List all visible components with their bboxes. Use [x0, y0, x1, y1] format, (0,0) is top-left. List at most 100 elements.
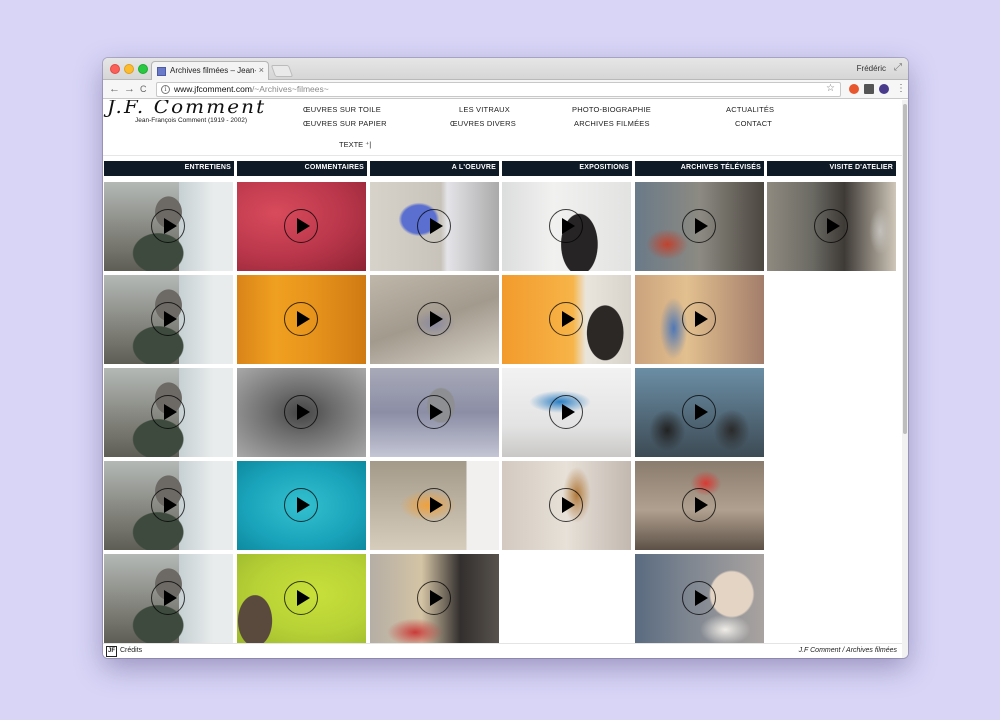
- play-icon[interactable]: [284, 302, 318, 336]
- nav-photo-biographie[interactable]: PHOTO-BIOGRAPHIE: [572, 105, 651, 114]
- play-icon[interactable]: [151, 581, 185, 615]
- category-expositions[interactable]: EXPOSITIONS: [502, 161, 632, 176]
- favicon-icon: [157, 67, 166, 76]
- page-scrollbar[interactable]: [902, 100, 908, 658]
- play-icon[interactable]: [549, 395, 583, 429]
- texte-toggle[interactable]: TEXTE ⁺|: [339, 140, 371, 149]
- video-thumbnail[interactable]: [237, 182, 366, 271]
- new-tab-button[interactable]: [270, 65, 294, 77]
- browser-window: Archives filmées – Jean-Franç × Frédéric…: [103, 58, 908, 658]
- nav-oeuvres-papier[interactable]: ŒUVRES SUR PAPIER: [303, 119, 387, 128]
- fullscreen-icon[interactable]: ⤢: [894, 62, 902, 73]
- video-thumbnail[interactable]: [104, 554, 233, 643]
- category-commentaires[interactable]: COMMENTAIRES: [237, 161, 367, 176]
- scrollbar-thumb[interactable]: [903, 104, 907, 434]
- video-thumbnail[interactable]: [237, 461, 366, 550]
- video-thumbnail[interactable]: [635, 461, 764, 550]
- play-icon[interactable]: [682, 209, 716, 243]
- extension-icon[interactable]: [849, 84, 859, 94]
- nav-vitraux[interactable]: LES VITRAUX: [459, 105, 510, 114]
- video-thumbnail[interactable]: [370, 461, 499, 550]
- video-thumbnail[interactable]: [104, 368, 233, 457]
- forward-button[interactable]: →: [124, 82, 135, 96]
- category-archives-televises[interactable]: ARCHIVES TÉLÉVISÉS: [635, 161, 764, 176]
- play-icon[interactable]: [284, 488, 318, 522]
- tab-title: Archives filmées – Jean-Franç: [170, 66, 256, 75]
- video-thumbnail[interactable]: [767, 182, 896, 271]
- reload-button[interactable]: C: [140, 82, 147, 96]
- maximize-window-button[interactable]: [138, 64, 148, 74]
- site-logo[interactable]: J.F. Comment Jean-François Comment (1919…: [107, 100, 264, 130]
- video-thumbnail[interactable]: [635, 368, 764, 457]
- credits-link[interactable]: Crédits: [120, 647, 142, 654]
- video-thumbnail[interactable]: [635, 275, 764, 364]
- tab-close-icon[interactable]: ×: [259, 65, 264, 75]
- play-icon[interactable]: [151, 395, 185, 429]
- video-thumbnail[interactable]: [635, 554, 764, 643]
- play-icon[interactable]: [682, 488, 716, 522]
- bookmark-star-icon[interactable]: ☆: [826, 83, 835, 94]
- logo-signature: J.F. Comment: [107, 100, 267, 118]
- profile-name[interactable]: Frédéric: [857, 64, 886, 73]
- play-icon[interactable]: [151, 209, 185, 243]
- video-thumbnail[interactable]: [370, 182, 499, 271]
- extension-icon[interactable]: [864, 84, 874, 94]
- play-icon[interactable]: [284, 395, 318, 429]
- video-thumbnail[interactable]: [370, 368, 499, 457]
- play-icon[interactable]: [417, 581, 451, 615]
- play-icon[interactable]: [549, 488, 583, 522]
- play-icon[interactable]: [417, 488, 451, 522]
- header-divider: [103, 155, 902, 156]
- nav-oeuvres-divers[interactable]: ŒUVRES DIVERS: [450, 119, 516, 128]
- play-icon[interactable]: [417, 209, 451, 243]
- video-thumbnail[interactable]: [502, 368, 631, 457]
- play-icon[interactable]: [682, 395, 716, 429]
- video-thumbnail[interactable]: [502, 182, 631, 271]
- browser-menu-icon[interactable]: ⋮: [896, 82, 906, 96]
- credits-logo-icon[interactable]: JF: [106, 646, 117, 657]
- video-thumbnail[interactable]: [237, 554, 366, 643]
- video-thumbnail[interactable]: [370, 275, 499, 364]
- url-text[interactable]: www.jfcomment.com/~Archives~filmees~: [174, 84, 329, 94]
- nav-contact[interactable]: CONTACT: [735, 119, 772, 128]
- browser-toolbar: ← → C i www.jfcomment.com/~Archives~film…: [103, 80, 908, 99]
- video-thumbnail[interactable]: [370, 554, 499, 643]
- play-icon[interactable]: [151, 302, 185, 336]
- category-a-loeuvre[interactable]: A L'OEUVRE: [370, 161, 499, 176]
- tab-bar: Archives filmées – Jean-Franç × Frédéric…: [103, 58, 908, 80]
- video-thumbnail[interactable]: [502, 275, 631, 364]
- nav-actualites[interactable]: ACTUALITÉS: [726, 105, 774, 114]
- back-button[interactable]: ←: [109, 82, 120, 96]
- play-icon[interactable]: [682, 581, 716, 615]
- logo-subtitle: Jean-François Comment (1919 - 2002): [135, 117, 247, 124]
- video-thumbnail[interactable]: [104, 275, 233, 364]
- play-icon[interactable]: [814, 209, 848, 243]
- play-icon[interactable]: [151, 488, 185, 522]
- nav-oeuvres-toile[interactable]: ŒUVRES SUR TOILE: [303, 105, 381, 114]
- minimize-window-button[interactable]: [124, 64, 134, 74]
- page-footer: JF Crédits J.F Comment / Archives filmée…: [103, 643, 902, 658]
- video-thumbnail[interactable]: [237, 275, 366, 364]
- video-thumbnail[interactable]: [635, 182, 764, 271]
- address-bar[interactable]: i www.jfcomment.com/~Archives~filmees~ ☆: [156, 82, 841, 97]
- play-icon[interactable]: [284, 209, 318, 243]
- category-entretiens[interactable]: ENTRETIENS: [104, 161, 234, 176]
- play-icon[interactable]: [417, 302, 451, 336]
- video-thumbnail[interactable]: [502, 461, 631, 550]
- category-visite-atelier[interactable]: VISITE D'ATELIER: [767, 161, 896, 176]
- video-thumbnail[interactable]: [237, 368, 366, 457]
- info-icon[interactable]: i: [161, 85, 170, 94]
- video-thumbnail[interactable]: [104, 461, 233, 550]
- play-icon[interactable]: [682, 302, 716, 336]
- web-page: J.F. Comment Jean-François Comment (1919…: [103, 100, 902, 658]
- play-icon[interactable]: [549, 302, 583, 336]
- footer-breadcrumb: J.F Comment / Archives filmées: [798, 647, 897, 654]
- browser-tab[interactable]: Archives filmées – Jean-Franç ×: [151, 61, 269, 80]
- extension-icon[interactable]: [879, 84, 889, 94]
- play-icon[interactable]: [417, 395, 451, 429]
- close-window-button[interactable]: [110, 64, 120, 74]
- nav-archives-filmees[interactable]: ARCHIVES FILMÉES: [574, 119, 650, 128]
- video-thumbnail[interactable]: [104, 182, 233, 271]
- play-icon[interactable]: [284, 581, 318, 615]
- play-icon[interactable]: [549, 209, 583, 243]
